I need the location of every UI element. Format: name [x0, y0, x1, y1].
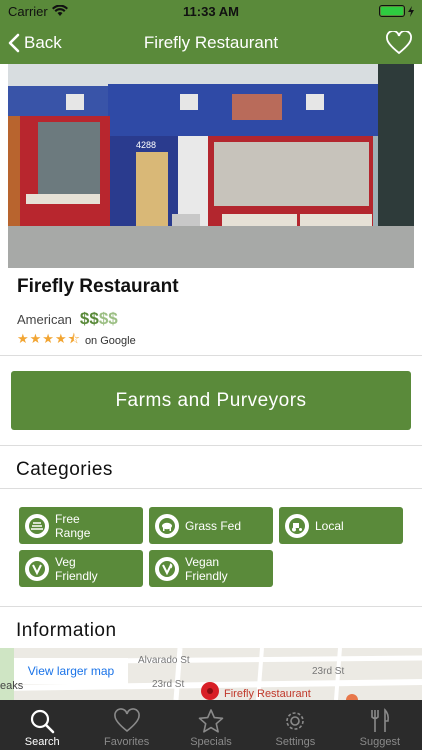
category-label: Grass Fed: [185, 518, 242, 533]
farms-and-purveyors-button[interactable]: Farms and Purveyors: [11, 371, 411, 430]
category-grass-fed[interactable]: Grass Fed: [149, 507, 273, 544]
map-street-label: Alvarado St: [138, 655, 190, 666]
divider: [0, 355, 422, 356]
page-title: Firefly Restaurant: [143, 33, 279, 52]
category-free-range[interactable]: Free Range: [19, 507, 143, 544]
free-range-icon: [25, 513, 49, 538]
chevron-left-icon: [8, 33, 20, 53]
tab-settings[interactable]: Settings: [253, 700, 337, 750]
tab-favorites[interactable]: Favorites: [84, 700, 168, 750]
category-label: Veg Friendly: [55, 554, 98, 583]
vegan-icon: [155, 556, 179, 581]
tab-label: Specials: [190, 736, 232, 748]
category-local[interactable]: Local: [279, 507, 403, 544]
address-number: 4288: [136, 140, 156, 150]
category-label: Free Range: [55, 511, 91, 540]
information-heading: Information: [16, 620, 117, 641]
star-rating-icon: ★★★★⯪: [17, 331, 81, 346]
tab-bar: Search Favorites Specials Settings Sugge…: [0, 700, 422, 750]
tab-label: Settings: [275, 736, 316, 748]
tab-search[interactable]: Search: [0, 700, 84, 750]
map-street-label: 23rd St: [312, 666, 345, 677]
nav-bar: Back Firefly Restaurant: [0, 22, 422, 64]
favorite-heart-icon[interactable]: [386, 31, 412, 55]
category-veg-friendly[interactable]: Veg Friendly: [19, 550, 143, 587]
back-label: Back: [24, 33, 62, 52]
tab-specials[interactable]: Specials: [169, 700, 253, 750]
restaurant-meta: American $$$$: [17, 309, 118, 329]
price-active: $$: [79, 309, 99, 328]
tab-label: Search: [24, 736, 60, 748]
fork-knife-icon: [371, 708, 389, 732]
restaurant-photo: 4288: [8, 64, 414, 268]
back-button[interactable]: Back: [0, 33, 62, 53]
map-street-label: 23rd St: [152, 679, 185, 690]
category-label: Local: [315, 518, 344, 533]
tab-label: Favorites: [103, 736, 150, 748]
heart-icon: [113, 708, 140, 733]
star-icon: [198, 709, 224, 733]
category-label: Vegan Friendly: [185, 554, 228, 583]
categories-heading: Categories: [16, 459, 113, 480]
category-vegan-friendly[interactable]: Vegan Friendly: [149, 550, 273, 587]
tab-label: Suggest: [359, 736, 401, 748]
rating: ★★★★⯪ on Google: [17, 330, 136, 352]
search-icon: [31, 709, 55, 734]
price-inactive: $$: [98, 309, 118, 328]
view-larger-map-link[interactable]: View larger map: [14, 658, 128, 684]
divider: [0, 488, 422, 489]
status-bar: Carrier 11:33 AM: [0, 0, 422, 22]
location-map[interactable]: View larger map Alvarado St 23rd St 23rd…: [0, 648, 422, 700]
price-level: $$$$: [80, 309, 118, 329]
rating-source: on Google: [84, 335, 136, 347]
map-pin-label: Firefly Restaurant: [224, 688, 311, 700]
grass-fed-icon: [155, 513, 179, 538]
clock: 11:33 AM: [183, 3, 239, 19]
restaurant-name: Firefly Restaurant: [17, 276, 179, 297]
gear-icon: [286, 712, 305, 730]
local-tractor-icon: [285, 513, 309, 538]
tab-suggest[interactable]: Suggest: [338, 700, 422, 750]
divider: [0, 445, 422, 446]
map-area-label: eaks: [0, 680, 24, 692]
veg-icon: [25, 556, 49, 581]
divider: [0, 606, 422, 607]
cuisine-label: American: [17, 311, 72, 327]
